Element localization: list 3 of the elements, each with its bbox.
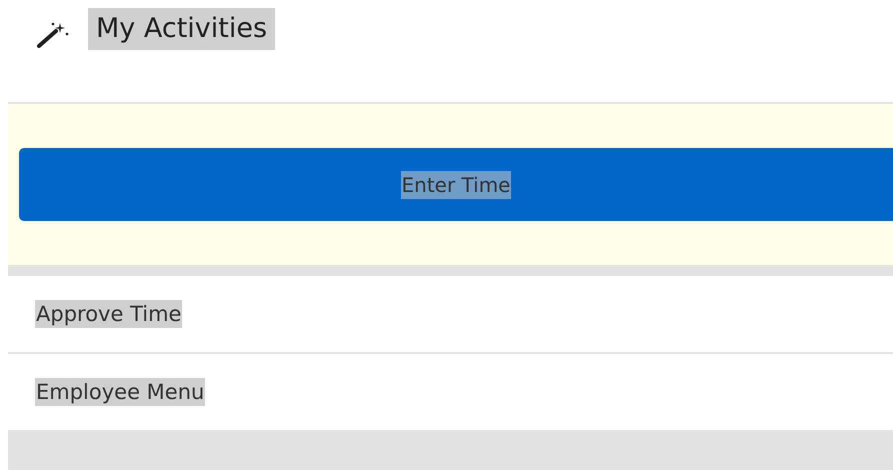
- page-title: My Activities: [88, 8, 276, 50]
- activity-button[interactable]: Enter Time: [19, 148, 893, 221]
- magic-wand-icon: [36, 20, 70, 48]
